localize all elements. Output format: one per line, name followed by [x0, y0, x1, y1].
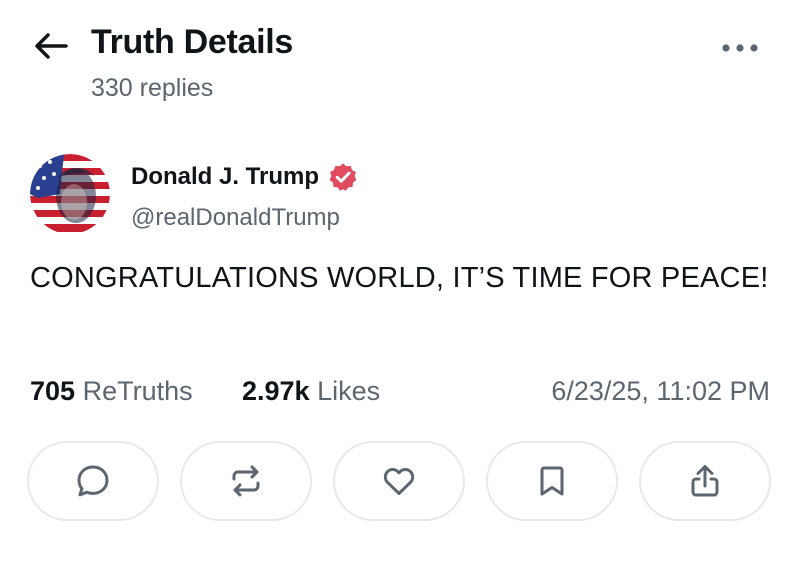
- retruth-button[interactable]: [180, 441, 312, 521]
- share-icon: [691, 465, 719, 497]
- share-button[interactable]: [639, 441, 771, 521]
- likes-count: 2.97k: [242, 376, 310, 406]
- page-header: Truth Details 330 replies: [0, 0, 800, 120]
- comment-icon: [77, 465, 109, 497]
- more-options-button[interactable]: [718, 36, 762, 60]
- page-title: Truth Details: [91, 23, 294, 61]
- ellipsis-horizontal-icon: [722, 44, 758, 52]
- arrow-left-icon: [35, 33, 68, 59]
- avatar[interactable]: [30, 154, 110, 234]
- bookmark-button[interactable]: [486, 441, 618, 521]
- back-button[interactable]: [30, 26, 72, 66]
- reply-count: 330 replies: [91, 74, 214, 102]
- post-text: CONGRATULATIONS WORLD, IT’S TIME FOR PEA…: [30, 262, 769, 294]
- reply-button[interactable]: [27, 441, 159, 521]
- bookmark-icon: [540, 466, 564, 496]
- author-handle[interactable]: @realDonaldTrump: [131, 204, 340, 232]
- verified-badge-icon: [328, 162, 358, 192]
- author-name[interactable]: Donald J. Trump: [131, 163, 319, 191]
- repost-icon: [232, 465, 260, 497]
- post-timestamp: 6/23/25, 11:02 PM: [551, 376, 770, 406]
- action-bar: [27, 441, 773, 525]
- retruths-stat[interactable]: 705 ReTruths: [30, 376, 193, 407]
- like-button[interactable]: [333, 441, 465, 521]
- likes-stat[interactable]: 2.97k Likes: [242, 376, 380, 407]
- retruths-label: ReTruths: [82, 376, 193, 406]
- retruths-count: 705: [30, 376, 76, 406]
- avatar-image: [30, 154, 110, 234]
- heart-icon: [383, 468, 415, 495]
- author-name-row: Donald J. Trump: [131, 162, 358, 192]
- post-stats: 705 ReTruths 2.97k Likes 6/23/25, 11:02 …: [30, 376, 770, 416]
- post-author: Donald J. Trump @realDonaldTrump: [30, 154, 770, 238]
- likes-label: Likes: [317, 376, 381, 406]
